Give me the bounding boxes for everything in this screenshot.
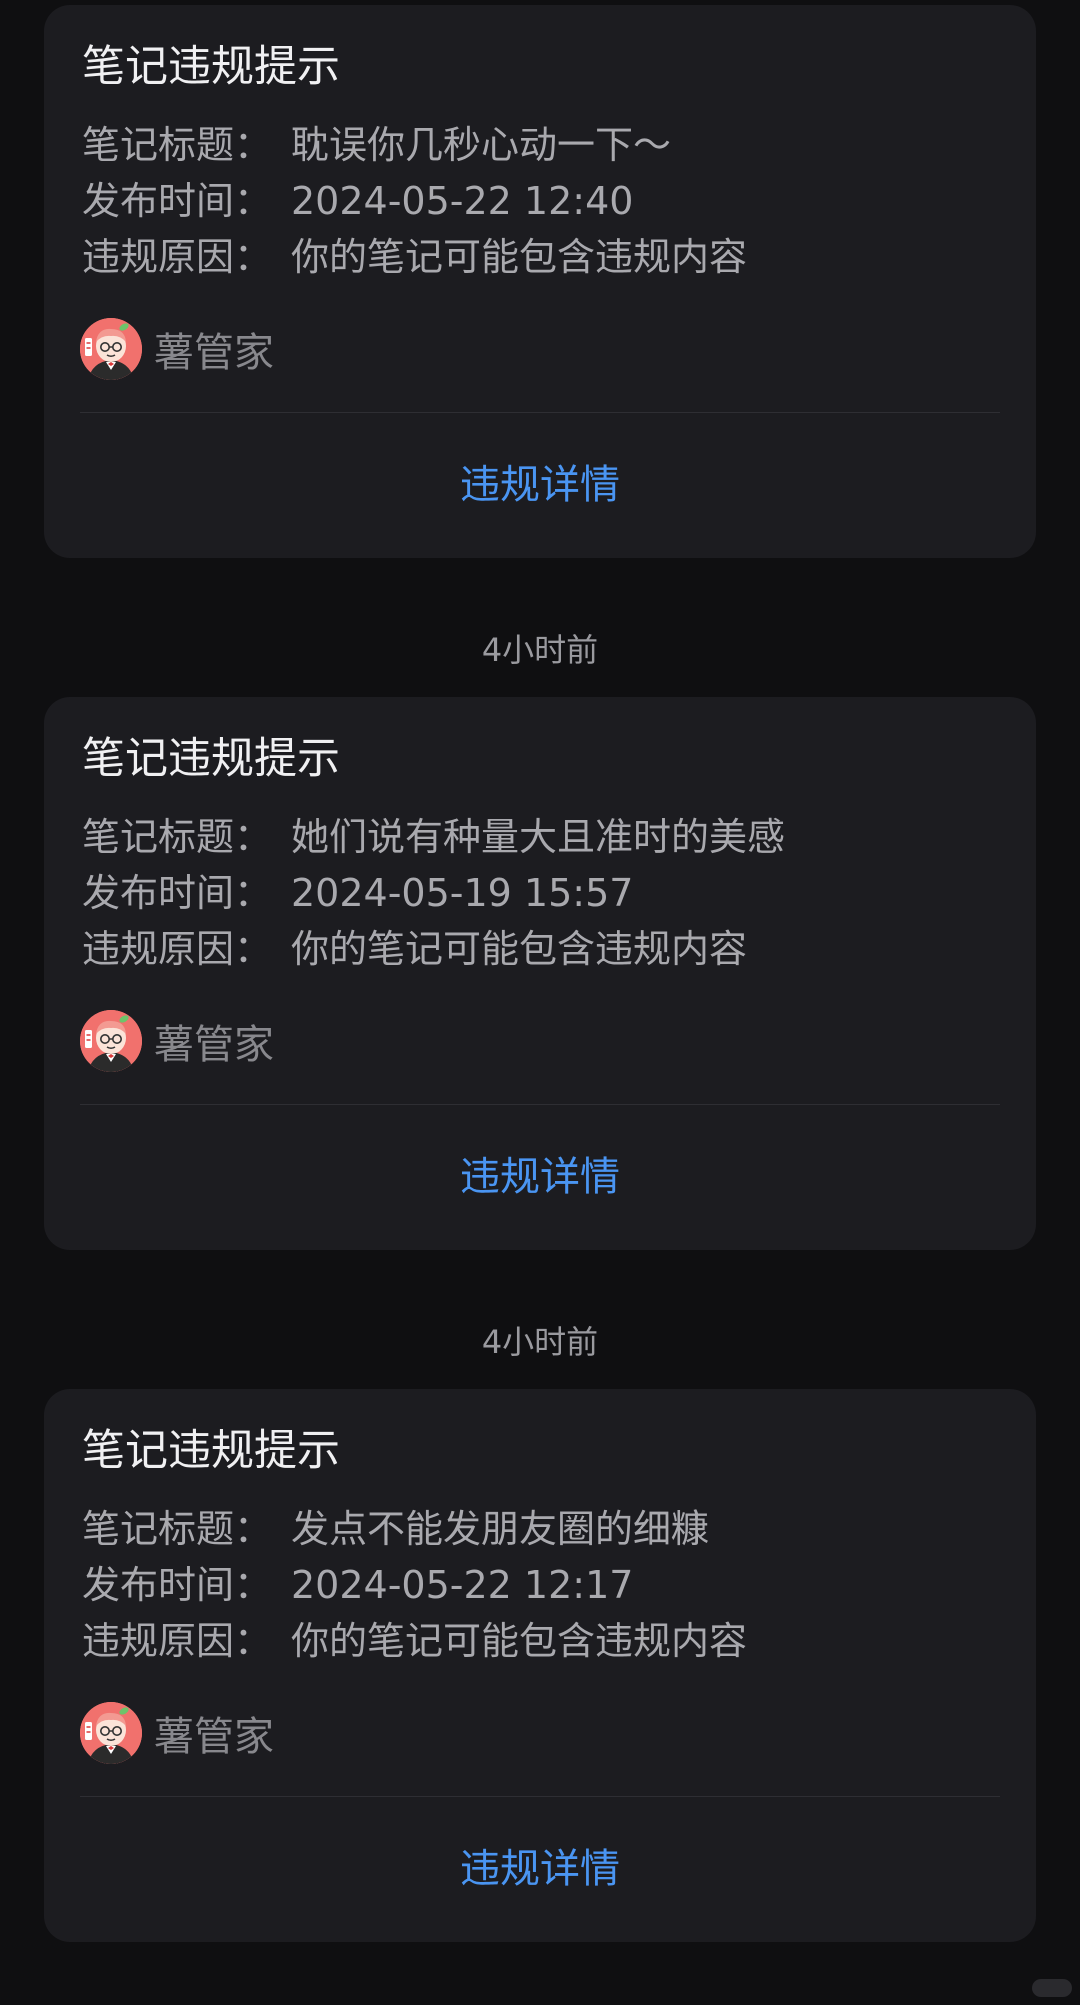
sender-name[interactable]: 薯管家 bbox=[154, 320, 274, 378]
violation-detail-button[interactable]: 违规详情 bbox=[44, 1841, 1036, 1897]
violation-reason-label: 违规原因： bbox=[82, 1619, 273, 1663]
publish-time-row: 发布时间： 2024-05-22 12:17 bbox=[82, 1557, 747, 1613]
note-title-value: 耽误你几秒心动一下～ bbox=[291, 123, 672, 167]
publish-time-row: 发布时间： 2024-05-22 12:40 bbox=[82, 173, 747, 229]
card-title: 笔记违规提示 bbox=[82, 734, 340, 784]
publish-time-value: 2024-05-22 12:40 bbox=[291, 179, 634, 223]
violation-reason-value: 你的笔记可能包含违规内容 bbox=[291, 1619, 748, 1663]
shu-guanjia-avatar-icon[interactable] bbox=[80, 318, 142, 380]
publish-time-value: 2024-05-19 15:57 bbox=[291, 871, 634, 915]
notice-info: 笔记标题： 耽误你几秒心动一下～ 发布时间： 2024-05-22 12:40 … bbox=[82, 117, 747, 285]
note-title-row: 笔记标题： 发点不能发朋友圈的细糠 bbox=[82, 1501, 747, 1557]
divider bbox=[80, 1796, 1000, 1797]
watermark-badge bbox=[1032, 1979, 1072, 1997]
note-title-label: 笔记标题： bbox=[82, 815, 273, 859]
violation-reason-label: 违规原因： bbox=[82, 927, 273, 971]
publish-time-value: 2024-05-22 12:17 bbox=[291, 1563, 634, 1607]
shu-guanjia-avatar-icon[interactable] bbox=[80, 1010, 142, 1072]
publish-time-label: 发布时间： bbox=[82, 1563, 273, 1607]
note-title-value: 发点不能发朋友圈的细糠 bbox=[291, 1507, 710, 1551]
message-timestamp: 4小时前 bbox=[481, 631, 599, 669]
note-title-value: 她们说有种量大且准时的美感 bbox=[291, 815, 786, 859]
divider bbox=[80, 412, 1000, 413]
sender[interactable]: 薯管家 bbox=[80, 1701, 274, 1765]
violation-notice-card[interactable]: 笔记违规提示 笔记标题： 发点不能发朋友圈的细糠 发布时间： 2024-05-2… bbox=[44, 1389, 1036, 1942]
shu-guanjia-avatar-icon[interactable] bbox=[80, 1702, 142, 1764]
note-title-label: 笔记标题： bbox=[82, 123, 273, 167]
violation-reason-value: 你的笔记可能包含违规内容 bbox=[291, 927, 748, 971]
note-title-row: 笔记标题： 她们说有种量大且准时的美感 bbox=[82, 809, 785, 865]
violation-notice-card[interactable]: 笔记违规提示 笔记标题： 她们说有种量大且准时的美感 发布时间： 2024-05… bbox=[44, 697, 1036, 1250]
violation-reason-row: 违规原因： 你的笔记可能包含违规内容 bbox=[82, 1613, 747, 1669]
notice-info: 笔记标题： 发点不能发朋友圈的细糠 发布时间： 2024-05-22 12:17… bbox=[82, 1501, 747, 1669]
sender[interactable]: 薯管家 bbox=[80, 1009, 274, 1073]
divider bbox=[80, 1104, 1000, 1105]
publish-time-label: 发布时间： bbox=[82, 179, 273, 223]
notice-info: 笔记标题： 她们说有种量大且准时的美感 发布时间： 2024-05-19 15:… bbox=[82, 809, 785, 977]
violation-detail-button[interactable]: 违规详情 bbox=[44, 1149, 1036, 1205]
violation-detail-button[interactable]: 违规详情 bbox=[44, 457, 1036, 513]
violation-reason-row: 违规原因： 你的笔记可能包含违规内容 bbox=[82, 229, 747, 285]
sender[interactable]: 薯管家 bbox=[80, 317, 274, 381]
publish-time-label: 发布时间： bbox=[82, 871, 273, 915]
note-title-label: 笔记标题： bbox=[82, 1507, 273, 1551]
sender-name[interactable]: 薯管家 bbox=[154, 1704, 274, 1762]
violation-reason-row: 违规原因： 你的笔记可能包含违规内容 bbox=[82, 921, 785, 977]
message-timestamp: 4小时前 bbox=[481, 1323, 599, 1361]
card-title: 笔记违规提示 bbox=[82, 1426, 340, 1476]
note-title-row: 笔记标题： 耽误你几秒心动一下～ bbox=[82, 117, 747, 173]
sender-name[interactable]: 薯管家 bbox=[154, 1012, 274, 1070]
card-title: 笔记违规提示 bbox=[82, 42, 340, 92]
violation-reason-value: 你的笔记可能包含违规内容 bbox=[291, 235, 748, 279]
publish-time-row: 发布时间： 2024-05-19 15:57 bbox=[82, 865, 785, 921]
notification-feed: 笔记违规提示 笔记标题： 耽误你几秒心动一下～ 发布时间： 2024-05-22… bbox=[0, 0, 1080, 2005]
violation-reason-label: 违规原因： bbox=[82, 235, 273, 279]
violation-notice-card[interactable]: 笔记违规提示 笔记标题： 耽误你几秒心动一下～ 发布时间： 2024-05-22… bbox=[44, 5, 1036, 558]
